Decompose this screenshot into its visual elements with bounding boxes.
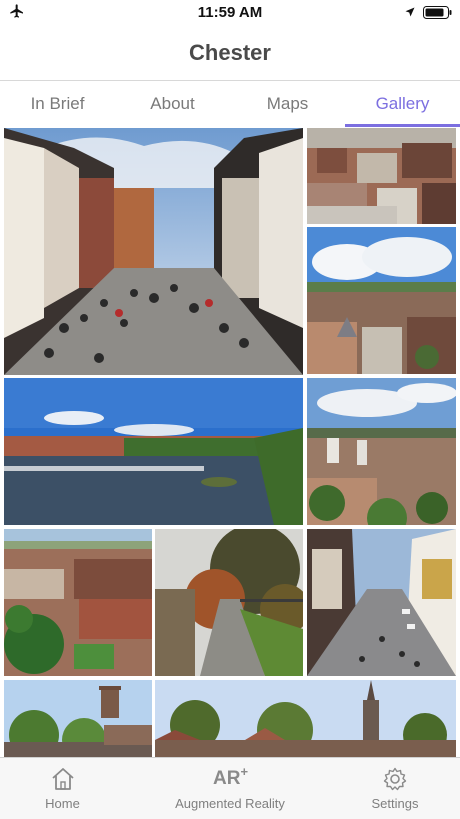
photo-gallery bbox=[0, 127, 460, 757]
augmented-reality-tab-label: Augmented Reality bbox=[175, 796, 285, 811]
gallery-photo[interactable] bbox=[155, 680, 456, 757]
home-tab-label: Home bbox=[45, 796, 80, 811]
settings-tab-label: Settings bbox=[371, 796, 419, 811]
ar-icon: AR+ bbox=[213, 764, 249, 792]
ar-icon-sup: + bbox=[240, 764, 249, 779]
tab-gallery[interactable]: Gallery bbox=[345, 81, 460, 127]
home-icon bbox=[51, 768, 74, 790]
gallery-photo[interactable] bbox=[4, 529, 152, 676]
gallery-photo[interactable] bbox=[4, 378, 303, 525]
home-tab[interactable]: Home bbox=[10, 758, 115, 819]
bottom-tab-bar: Home AR+ Augmented Reality Settings bbox=[0, 757, 460, 819]
gallery-photo[interactable] bbox=[307, 529, 456, 676]
location-arrow-icon bbox=[405, 7, 415, 17]
gallery-photo[interactable] bbox=[307, 128, 456, 224]
gear-icon bbox=[383, 767, 407, 791]
gallery-photo[interactable] bbox=[4, 680, 152, 757]
tab-maps[interactable]: Maps bbox=[230, 81, 345, 127]
settings-tab[interactable]: Settings bbox=[345, 758, 445, 819]
gallery-photo[interactable] bbox=[155, 529, 303, 676]
augmented-reality-tab[interactable]: AR+ Augmented Reality bbox=[155, 758, 305, 819]
battery-icon bbox=[423, 6, 452, 19]
gallery-photo[interactable] bbox=[307, 378, 456, 525]
status-time: 11:59 AM bbox=[197, 4, 263, 21]
tab-about[interactable]: About bbox=[115, 81, 230, 127]
gallery-photo[interactable] bbox=[4, 128, 303, 375]
segment-tabs: In Brief About Maps Gallery bbox=[0, 81, 460, 127]
ar-icon-text: AR bbox=[213, 768, 241, 789]
tab-in-brief[interactable]: In Brief bbox=[0, 81, 115, 127]
status-bar: 11:59 AM bbox=[0, 0, 460, 26]
page-title: Chester bbox=[189, 40, 271, 65]
gallery-photo[interactable] bbox=[307, 227, 456, 374]
